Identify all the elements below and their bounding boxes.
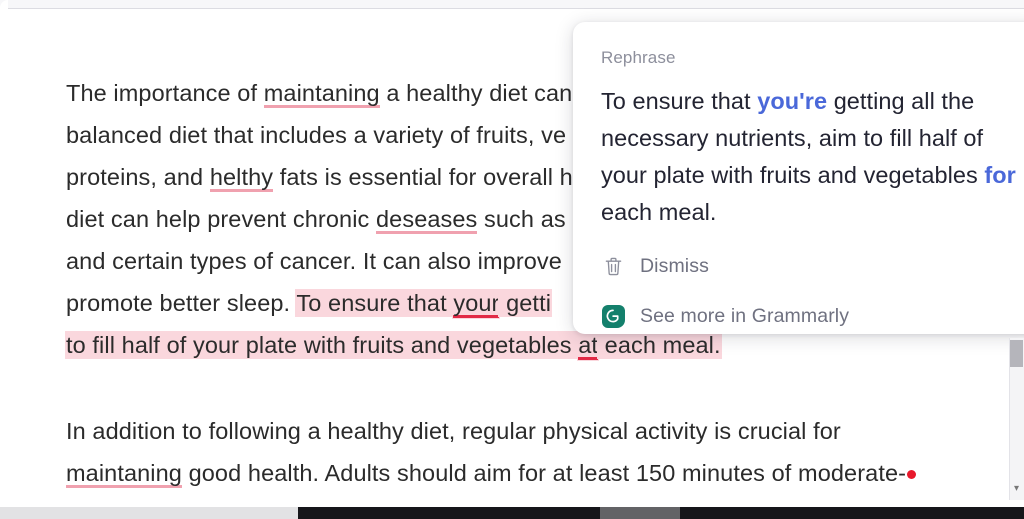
- misspelling-helthy[interactable]: helthy: [209, 164, 274, 192]
- scroll-down-arrow-icon[interactable]: ▾: [1011, 483, 1022, 494]
- trash-icon: [601, 254, 625, 278]
- suggestion-text-part-1: To ensure that: [601, 88, 758, 114]
- suggestion-highlight-youre: you're: [757, 88, 828, 114]
- see-more-in-grammarly-button[interactable]: See more in Grammarly: [601, 299, 1015, 333]
- suggestion-highlight-for: for: [984, 162, 1016, 188]
- misspelling-deseases[interactable]: deseases: [376, 206, 478, 234]
- horizontal-scrollbar-left-region: [0, 507, 298, 519]
- grammarly-logo-icon: [601, 304, 625, 328]
- highlighted-sentence-part-3[interactable]: to fill half of your plate with fruits a…: [66, 332, 579, 358]
- misspelling-maintaning-1[interactable]: maintaning: [263, 80, 380, 108]
- text-run: balanced diet that includes a variety of…: [66, 122, 567, 148]
- text-run: fats is essential for overall h: [273, 164, 573, 190]
- text-run: promote better sleep.: [66, 290, 297, 316]
- card-actions: Dismiss See more in Grammarly: [601, 249, 1015, 333]
- text-run: The importance of: [66, 80, 264, 106]
- grammarly-suggestion-card[interactable]: Rephrase To ensure that you're getting a…: [573, 22, 1024, 334]
- grammar-issue-at[interactable]: at: [578, 332, 599, 360]
- suggestion-text[interactable]: To ensure that you're getting all the ne…: [601, 83, 1024, 231]
- grammarly-logo-badge: [601, 304, 625, 328]
- suggestion-type-label: Rephrase: [601, 48, 676, 67]
- highlighted-sentence-part-4[interactable]: each meal.: [598, 332, 721, 358]
- text-run: such as: [477, 206, 566, 232]
- text-run: and certain types of cancer. It can also…: [66, 248, 562, 274]
- highlighted-sentence-part-1[interactable]: To ensure that: [296, 290, 454, 316]
- cursor-dot-icon: [907, 470, 917, 479]
- horizontal-scrollbar-strip: [0, 500, 1024, 519]
- paragraph-2[interactable]: In addition to following a healthy diet,…: [66, 410, 1024, 494]
- highlighted-sentence-part-2[interactable]: getti: [499, 290, 552, 316]
- vertical-scrollbar-thumb[interactable]: [1010, 340, 1023, 367]
- suggestion-text-part-3: each meal.: [601, 199, 717, 225]
- app-root: The importance of maintaning a healthy d…: [0, 0, 1024, 519]
- misspelling-maintaning-2[interactable]: maintaning: [66, 460, 182, 488]
- text-run: good health. Adults should aim for at le…: [181, 460, 907, 486]
- text-run: proteins, and: [66, 164, 210, 190]
- dismiss-button[interactable]: Dismiss: [601, 249, 1015, 283]
- text-run: a healthy diet can: [379, 80, 573, 106]
- grammar-issue-your[interactable]: your: [453, 290, 500, 318]
- text-run: In addition to following a healthy diet,…: [66, 418, 841, 444]
- horizontal-scrollbar-thumb[interactable]: [600, 507, 680, 519]
- window-top-edge: [0, 0, 1024, 9]
- text-run: diet can help prevent chronic: [66, 206, 376, 232]
- dismiss-label: Dismiss: [640, 254, 709, 277]
- see-more-label: See more in Grammarly: [640, 304, 850, 327]
